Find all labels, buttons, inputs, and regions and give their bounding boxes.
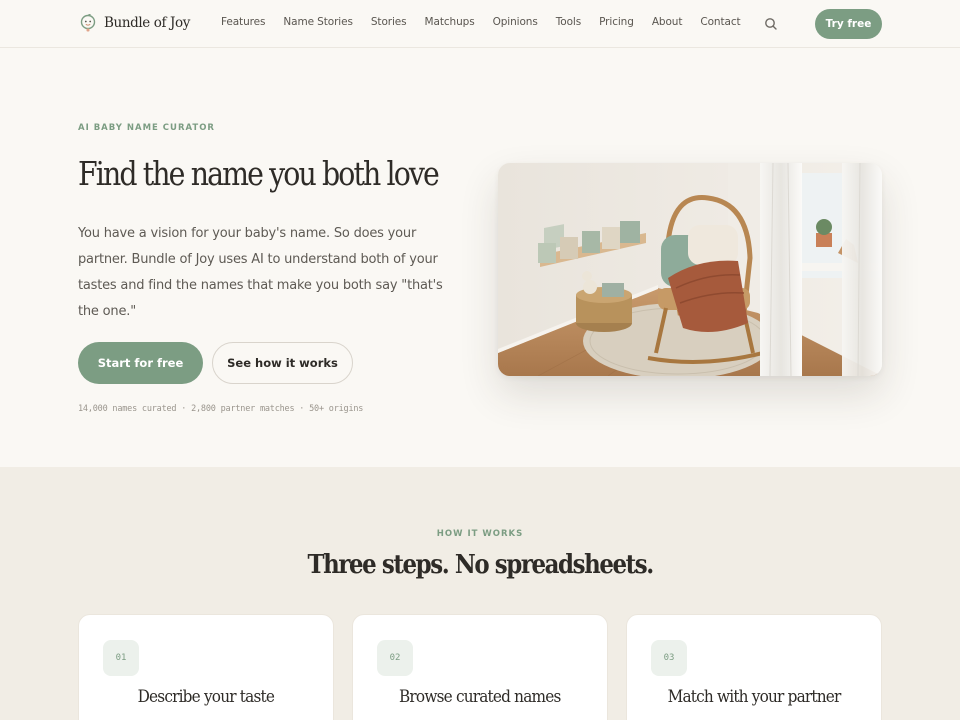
see-how-it-works-button[interactable]: See how it works — [212, 342, 353, 384]
logo-text: Bundle of Joy — [104, 15, 190, 31]
nav-contact[interactable]: Contact — [700, 16, 740, 28]
how-it-works-title-text: Three steps. No spreadsheets. — [307, 550, 654, 580]
step-title: Match with your partner — [627, 687, 881, 707]
step-title-text: Browse curated names — [399, 687, 561, 707]
nursery-photo — [498, 163, 882, 376]
nursery-illustration — [498, 163, 882, 376]
main-nav: Features Name Stories Stories Matchups O… — [221, 16, 741, 28]
hero-title: Find the name you both love — [78, 154, 440, 193]
nav-opinions[interactable]: Opinions — [493, 16, 538, 28]
step-card: 03 Match with your partner — [626, 614, 882, 720]
step-number: 02 — [377, 640, 413, 676]
nav-about[interactable]: About — [652, 16, 683, 28]
hero-stats: 14,000 names curated · 2,800 partner mat… — [78, 404, 364, 414]
how-it-works-eyebrow: HOW IT WORKS — [436, 529, 524, 539]
step-title: Describe your taste — [79, 687, 333, 707]
nav-matchups[interactable]: Matchups — [425, 16, 475, 28]
step-title-text: Describe your taste — [137, 687, 275, 707]
search-icon[interactable] — [763, 16, 779, 32]
hero-description: You have a vision for your baby's name. … — [78, 226, 443, 319]
baby-face-icon — [80, 13, 96, 32]
step-number: 01 — [103, 640, 139, 676]
step-card: 01 Describe your taste — [78, 614, 334, 720]
step-title: Browse curated names — [353, 687, 607, 707]
logo[interactable]: Bundle of Joy — [80, 13, 190, 33]
try-free-button[interactable]: Try free — [815, 9, 882, 39]
nav-pricing[interactable]: Pricing — [599, 16, 634, 28]
how-it-works-title: Three steps. No spreadsheets. — [0, 550, 960, 580]
step-title-text: Match with your partner — [667, 687, 842, 707]
site-header: Bundle of Joy Features Name Stories Stor… — [0, 0, 960, 48]
nav-name-stories[interactable]: Name Stories — [283, 16, 353, 28]
step-card: 02 Browse curated names — [352, 614, 608, 720]
nav-tools[interactable]: Tools — [556, 16, 581, 28]
start-for-free-button[interactable]: Start for free — [78, 342, 203, 384]
step-number: 03 — [651, 640, 687, 676]
nav-features[interactable]: Features — [221, 16, 265, 28]
nav-stories[interactable]: Stories — [371, 16, 407, 28]
hero-eyebrow: AI BABY NAME CURATOR — [78, 123, 215, 133]
